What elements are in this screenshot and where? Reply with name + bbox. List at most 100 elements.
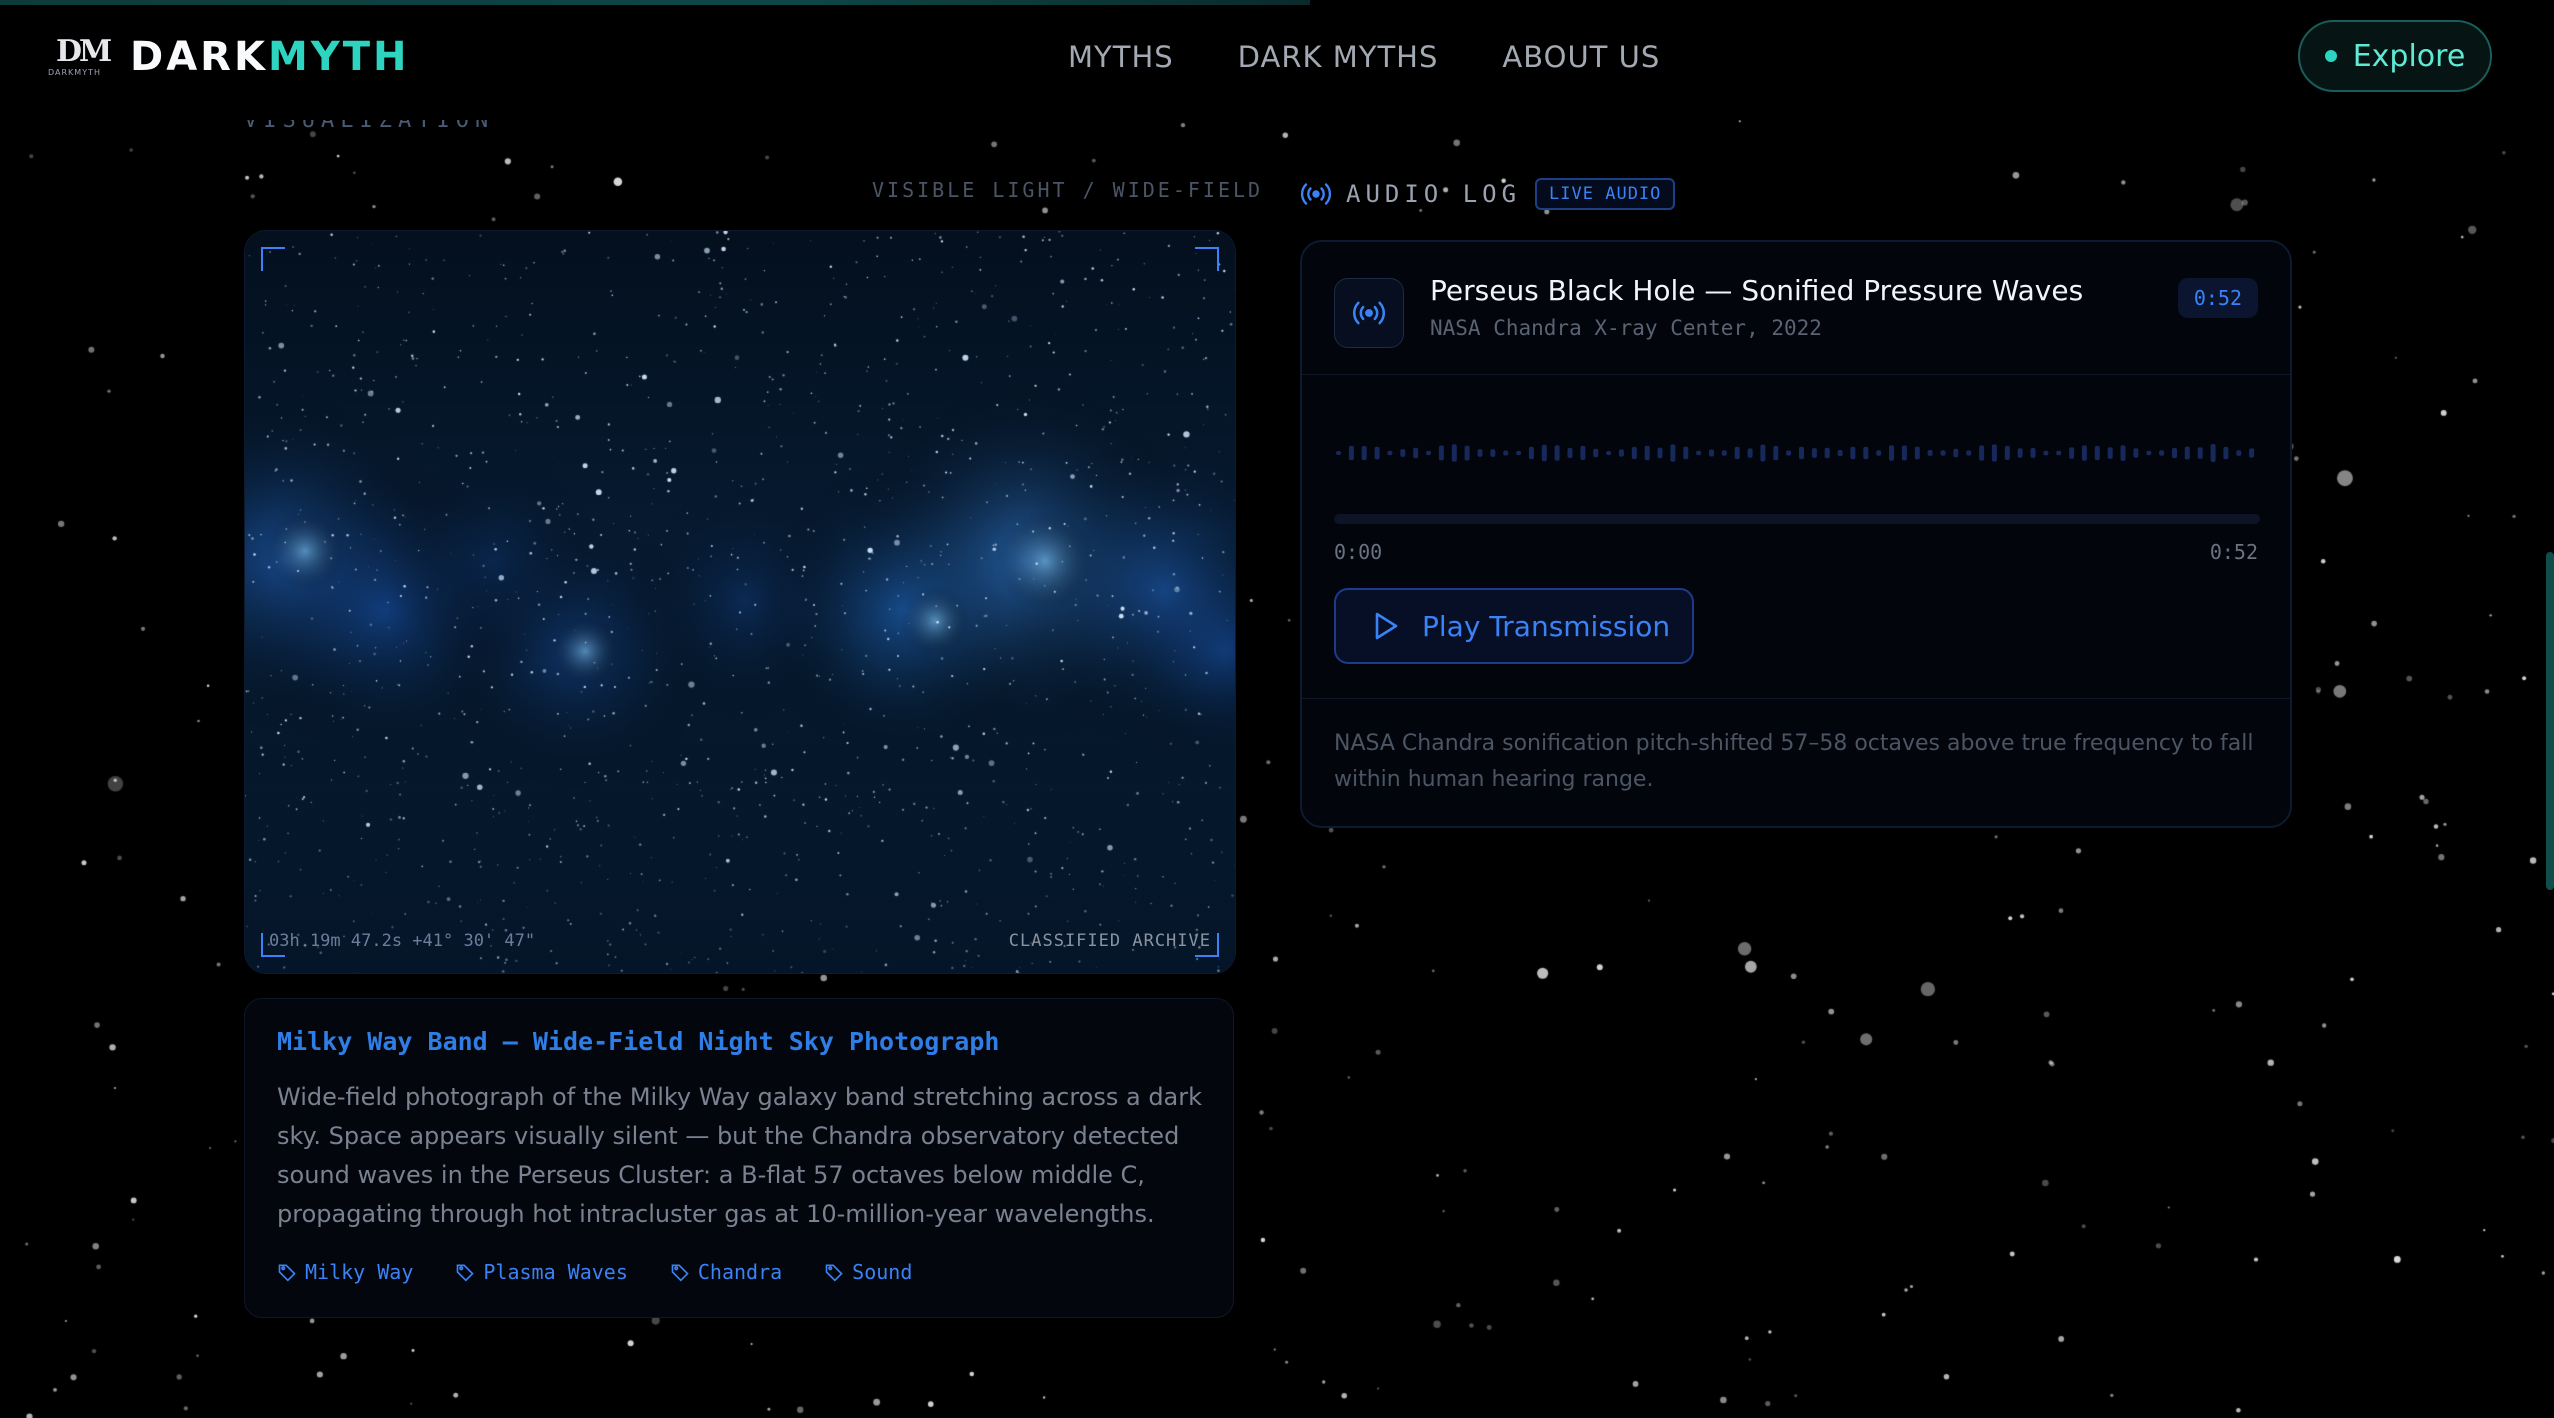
- frame-corner-icon: [1195, 247, 1219, 271]
- waveform-bar: [1799, 446, 1804, 460]
- waveform-bar: [1387, 450, 1393, 456]
- waveform-bar: [2120, 445, 2126, 461]
- waveform-bar: [1426, 450, 1431, 456]
- tag-list: Milky Way Plasma Waves Chandra Sound: [277, 1260, 1201, 1284]
- waveform-bar: [1734, 446, 1740, 460]
- waveform-bar: [1709, 449, 1714, 457]
- track-title: Perseus Black Hole — Sonified Pressure W…: [1430, 274, 2084, 307]
- logo-subtext: DARKMYTH: [48, 68, 101, 77]
- waveform-bar: [1413, 447, 1419, 459]
- waveform-bar: [2043, 450, 2049, 456]
- waveform-bar: [1631, 446, 1637, 460]
- brand-wordmark-myth: MYTH: [267, 34, 410, 80]
- waveform-bar: [1490, 449, 1496, 457]
- nav-myths[interactable]: MYTHS: [1068, 40, 1174, 74]
- site-header: DM DARKMYTH DARKMYTH MYTHS DARK MYTHS AB…: [0, 0, 2554, 120]
- waveform-bar: [1979, 445, 1985, 461]
- waveform-bar: [2107, 447, 2113, 459]
- waveform-bar: [1618, 449, 1624, 457]
- waveform-bar: [2133, 448, 2139, 458]
- waveform-bar: [1901, 445, 1907, 461]
- waveform-bar: [2017, 448, 2023, 458]
- explore-label: Explore: [2352, 38, 2466, 74]
- explore-button[interactable]: Explore: [2298, 20, 2492, 92]
- archive-label: CLASSIFIED ARCHIVE: [1008, 931, 1211, 951]
- waveform-bar: [1953, 448, 1959, 458]
- waveform-bar: [1773, 445, 1779, 461]
- waveform-bar: [2094, 445, 2100, 461]
- tag-sound[interactable]: Sound: [824, 1260, 912, 1284]
- waveform-bar: [1528, 446, 1534, 460]
- waveform-bar: [1683, 446, 1689, 460]
- waveform-bar: [2249, 448, 2255, 458]
- logo-monogram: DM: [56, 34, 112, 69]
- divider: [1302, 698, 2290, 699]
- waveform-bar: [1554, 445, 1560, 461]
- tag-icon: [278, 1264, 296, 1282]
- waveform-bar: [1567, 447, 1573, 458]
- live-audio-badge: LIVE AUDIO: [1535, 178, 1676, 210]
- track-icon: [1334, 278, 1404, 348]
- waveform-bar: [1876, 450, 1882, 456]
- waveform-bar: [1966, 450, 1972, 456]
- duration-badge: 0:52: [2177, 278, 2258, 318]
- play-transmission-button[interactable]: Play Transmission: [1334, 588, 1694, 664]
- waveform-bar: [1400, 449, 1406, 457]
- waveform-bar: [1991, 444, 1997, 462]
- waveform-bar: [2069, 447, 2075, 459]
- tag-chandra[interactable]: Chandra: [670, 1260, 782, 1284]
- image-info-card: Milky Way Band — Wide-Field Night Sky Ph…: [244, 998, 1234, 1318]
- waveform-bar: [1374, 446, 1380, 460]
- page-progress-line: [0, 0, 1310, 5]
- waveform-bar: [1824, 447, 1830, 459]
- waveform-bar: [1721, 450, 1727, 456]
- image-description: Wide-field photograph of the Milky Way g…: [277, 1083, 1203, 1228]
- waveform-bar: [2004, 445, 2010, 460]
- divider: [1302, 374, 2290, 375]
- waveform-bar: [2030, 448, 2036, 458]
- waveform-bar: [1670, 444, 1676, 462]
- waveform-bar: [1889, 445, 1894, 461]
- waveform-bar: [2236, 450, 2242, 456]
- nav-about-us[interactable]: ABOUT US: [1502, 40, 1660, 74]
- waveform-bar: [1361, 446, 1367, 461]
- visual-caption: VISIBLE LIGHT / WIDE-FIELD: [872, 178, 1264, 202]
- waveform-bar: [2172, 448, 2177, 459]
- waveform-bar: [2081, 445, 2087, 461]
- tag-milky-way[interactable]: Milky Way: [277, 1260, 413, 1284]
- waveform-bar: [1811, 448, 1817, 458]
- main-nav: MYTHS DARK MYTHS ABOUT US: [1068, 40, 1660, 74]
- waveform-bar: [1760, 444, 1766, 462]
- waveform-bar: [1837, 450, 1843, 457]
- waveform-bar: [1644, 445, 1650, 461]
- tag-label: Milky Way: [305, 1260, 414, 1284]
- waveform-bar: [2197, 447, 2203, 459]
- waveform-bar: [1696, 450, 1702, 456]
- waveform-bar: [1606, 451, 1612, 456]
- waveform-bar: [1914, 446, 1920, 460]
- tag-plasma-waves[interactable]: Plasma Waves: [455, 1260, 628, 1284]
- image-title: Milky Way Band — Wide-Field Night Sky Ph…: [277, 1027, 1000, 1056]
- waveform-bar: [2223, 446, 2229, 460]
- waveform-bar: [1541, 444, 1547, 462]
- waveform-bar: [2210, 444, 2216, 462]
- waveform-bar: [1503, 450, 1509, 456]
- waveform-bar: [1438, 445, 1444, 461]
- audio-player-card: Perseus Black Hole — Sonified Pressure W…: [1300, 240, 2292, 828]
- waveform-bar: [2056, 450, 2062, 456]
- status-dot-icon: [2324, 50, 2337, 62]
- nav-dark-myths[interactable]: DARK MYTHS: [1238, 40, 1439, 74]
- frame-corner-icon: [261, 247, 285, 271]
- audio-note: NASA Chandra sonification pitch-shifted …: [1334, 731, 2254, 792]
- brand-wordmark[interactable]: DARKMYTH: [130, 34, 410, 80]
- current-time: 0:00: [1334, 540, 1383, 564]
- page-scrollbar[interactable]: [2546, 552, 2554, 890]
- logo-icon[interactable]: DM DARKMYTH: [48, 34, 112, 82]
- audio-log-label: AUDIO LOG: [1346, 180, 1522, 208]
- waveform-bar: [1464, 445, 1470, 461]
- waveform-bar: [2184, 446, 2190, 460]
- play-icon: [1375, 612, 1398, 640]
- waveform-bar: [1940, 450, 1946, 456]
- progress-track[interactable]: [1334, 514, 2260, 524]
- tag-label: Sound: [852, 1260, 913, 1284]
